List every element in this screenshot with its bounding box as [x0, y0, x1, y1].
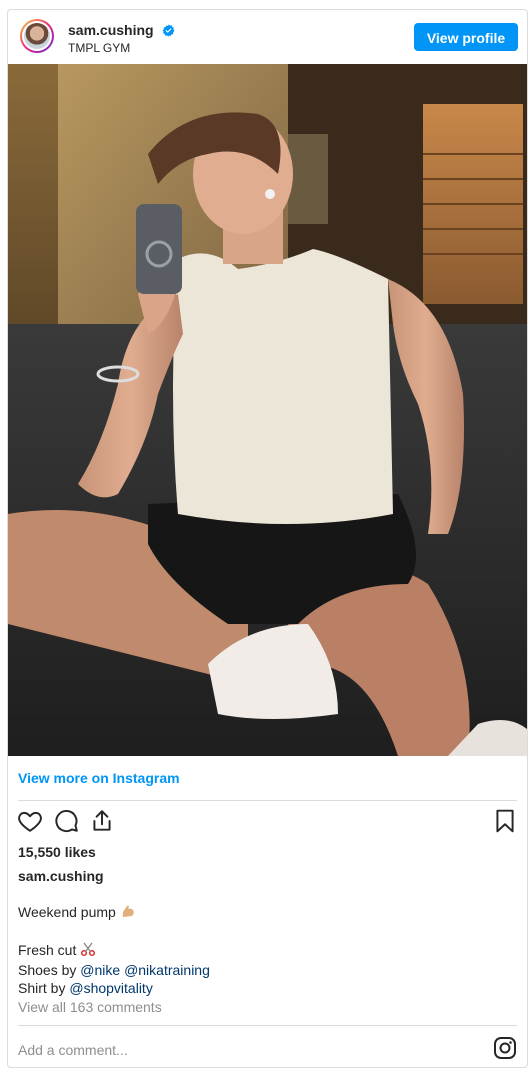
caption: Weekend pump Fresh cut Shoes by @nike @n… — [18, 903, 210, 997]
caption-line: Weekend pump — [18, 903, 210, 923]
divider — [18, 1025, 517, 1026]
caption-line: Fresh cut — [18, 941, 210, 961]
caption-username[interactable]: sam.cushing — [18, 868, 104, 884]
view-profile-button[interactable]: View profile — [414, 23, 518, 51]
add-comment-input[interactable]: Add a comment... — [18, 1042, 128, 1058]
view-all-comments-link[interactable]: View all 163 comments — [18, 999, 162, 1015]
mention-link[interactable]: @shopvitality — [69, 980, 152, 996]
share-icon[interactable] — [89, 808, 115, 834]
bookmark-icon[interactable] — [492, 808, 518, 834]
flexed-biceps-emoji — [120, 903, 136, 923]
post-header: sam.cushing TMPL GYM View profile — [8, 10, 527, 64]
comment-icon[interactable] — [53, 808, 79, 834]
scissors-emoji — [80, 941, 96, 961]
action-bar — [17, 808, 518, 838]
instagram-icon[interactable] — [493, 1036, 517, 1060]
avatar[interactable] — [20, 19, 54, 53]
location-label[interactable]: TMPL GYM — [68, 41, 175, 56]
username[interactable]: sam.cushing — [68, 22, 154, 39]
likes-count[interactable]: 15,550 likes — [18, 844, 96, 860]
caption-line: Shirt by @shopvitality — [18, 980, 153, 996]
heart-icon[interactable] — [17, 808, 43, 834]
caption-line: Shoes by @nike @nikatraining — [18, 962, 210, 978]
mention-link[interactable]: @nike — [80, 962, 120, 978]
view-more-link[interactable]: View more on Instagram — [18, 770, 180, 786]
post-photo[interactable] — [8, 64, 527, 756]
post-image — [8, 64, 527, 756]
divider — [18, 800, 517, 801]
instagram-embed-card: sam.cushing TMPL GYM View profile View m… — [7, 9, 528, 1068]
mention-link[interactable]: @nikatraining — [124, 962, 210, 978]
verified-badge-icon — [162, 24, 175, 37]
user-block: sam.cushing TMPL GYM — [68, 22, 175, 56]
